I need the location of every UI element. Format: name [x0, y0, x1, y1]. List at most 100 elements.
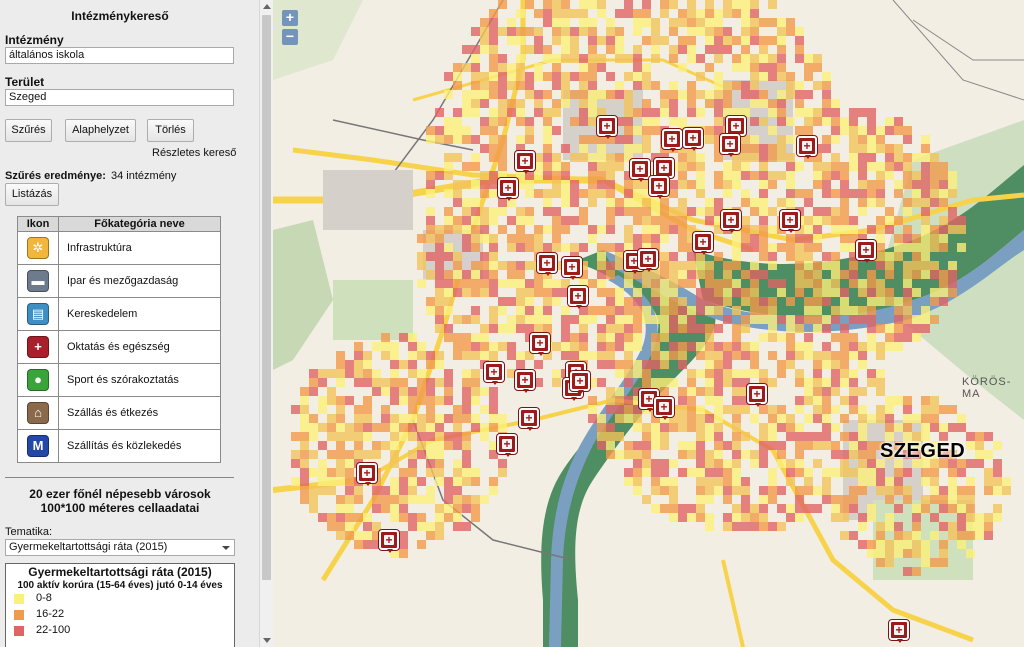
default-button[interactable]: Alaphelyzet: [65, 119, 136, 142]
category-row[interactable]: ✲ Infrastruktúra: [17, 231, 221, 265]
pin-tail: [691, 147, 697, 151]
education-pin-icon[interactable]: [630, 159, 650, 182]
pin-tail: [670, 148, 676, 152]
pin-tail: [571, 397, 577, 401]
education-pin-icon[interactable]: [649, 176, 669, 199]
education-pin-icon[interactable]: [484, 362, 504, 385]
institution-label: Intézmény: [5, 33, 64, 47]
category-row[interactable]: + Oktatás és egészség: [17, 330, 221, 364]
education-pin-icon[interactable]: [889, 620, 909, 643]
shop-icon[interactable]: ▤: [27, 303, 49, 325]
education-pin-icon[interactable]: [497, 434, 517, 457]
category-name: Szállás és étkezés: [58, 396, 221, 430]
education-pin-icon[interactable]: [856, 240, 876, 263]
education-pin-icon[interactable]: [515, 151, 535, 174]
education-pin-icon[interactable]: [654, 158, 674, 181]
education-pin-icon[interactable]: [519, 408, 539, 431]
cross-icon[interactable]: +: [27, 336, 49, 358]
search-panel: Intézménykereső Intézmény általános isko…: [0, 0, 259, 647]
zoom-in-button[interactable]: +: [282, 10, 298, 26]
pin-tail: [605, 135, 611, 139]
category-row[interactable]: ● Sport és szórakoztatás: [17, 363, 221, 397]
education-pin-icon[interactable]: [797, 136, 817, 159]
category-name: Szállítás és közlekedés: [58, 429, 221, 463]
truck-icon[interactable]: ▬: [27, 270, 49, 292]
category-icon-cell: ▤: [17, 297, 59, 331]
scroll-up-icon[interactable]: [263, 4, 271, 9]
sidebar-scrollbar[interactable]: [259, 0, 273, 647]
pin-tail: [864, 259, 870, 263]
education-pin-icon[interactable]: [747, 384, 767, 407]
category-name: Kereskedelem: [58, 297, 221, 331]
education-pin-icon[interactable]: [693, 232, 713, 255]
map-view[interactable]: + − KÖRÖS-MA SZEGED: [273, 0, 1024, 647]
category-header-name: Főkategória neve: [58, 216, 221, 232]
education-pin-icon[interactable]: [570, 371, 590, 394]
pin-tail: [523, 170, 529, 174]
education-pin-icon[interactable]: [638, 249, 658, 272]
education-pin-icon[interactable]: [721, 210, 741, 233]
pin-tail: [729, 229, 735, 233]
education-pin-icon[interactable]: [662, 129, 682, 152]
theme-select[interactable]: Gyermekeltartottsági ráta (2015): [5, 539, 235, 556]
education-pin-icon[interactable]: [562, 257, 582, 280]
city-label: SZEGED: [880, 440, 966, 462]
list-button[interactable]: Listázás: [5, 183, 59, 206]
education-pin-icon[interactable]: [597, 116, 617, 139]
category-header-icon: Ikon: [17, 216, 59, 232]
panel-title: Intézménykereső: [71, 9, 169, 23]
category-icon-cell: ▬: [17, 264, 59, 298]
education-pin-icon[interactable]: [654, 397, 674, 420]
category-name: Oktatás és egészség: [58, 330, 221, 364]
scroll-thumb[interactable]: [262, 15, 271, 580]
education-pin-icon[interactable]: [498, 178, 518, 201]
education-pin-icon[interactable]: [780, 210, 800, 233]
pin-tail: [538, 352, 544, 356]
region-label: KÖRÖS-MA: [962, 376, 1012, 400]
category-icon-cell: +: [17, 330, 59, 364]
pin-tail: [647, 408, 653, 412]
area-input[interactable]: Szeged: [5, 89, 234, 106]
education-pin-icon[interactable]: [683, 128, 703, 151]
pin-tail: [570, 276, 576, 280]
education-pin-icon[interactable]: [726, 116, 746, 139]
result-label: Szűrés eredménye:: [5, 170, 106, 182]
education-pin-icon[interactable]: [530, 333, 550, 356]
legend-swatch: [14, 626, 24, 636]
filter-button[interactable]: Szűrés: [5, 119, 52, 142]
pin-tail: [365, 482, 371, 486]
advanced-search-link[interactable]: Részletes kereső: [152, 147, 236, 159]
education-pin-icon[interactable]: [537, 253, 557, 276]
legend-swatch: [14, 610, 24, 620]
pin-tail: [646, 268, 652, 272]
pin-tail: [545, 272, 551, 276]
category-row[interactable]: ⌂ Szállás és étkezés: [17, 396, 221, 430]
institution-input[interactable]: általános iskola: [5, 47, 234, 64]
education-pin-icon[interactable]: [720, 134, 740, 157]
pin-tail: [701, 251, 707, 255]
pin-tail: [387, 549, 393, 553]
category-row[interactable]: ▬ Ipar és mezőgazdaság: [17, 264, 221, 298]
education-pin-icon[interactable]: [515, 370, 535, 393]
zoom-out-button[interactable]: −: [282, 29, 298, 45]
category-icon-cell: ⌂: [17, 396, 59, 430]
legend-label: 16-22: [36, 608, 65, 620]
education-pin-icon[interactable]: [379, 530, 399, 553]
metro-icon[interactable]: M: [27, 435, 49, 457]
pin-tail: [788, 229, 794, 233]
legend-label: 22-100: [36, 624, 71, 636]
theme-label: Tematika:: [5, 526, 53, 538]
scroll-down-icon[interactable]: [263, 638, 271, 643]
legend-swatch: [14, 594, 24, 604]
category-row[interactable]: M Szállítás és közlekedés: [17, 429, 221, 463]
education-pin-icon[interactable]: [357, 463, 377, 486]
clear-button[interactable]: Törlés: [147, 119, 194, 142]
ball-icon[interactable]: ●: [27, 369, 49, 391]
education-pin-icon[interactable]: [568, 286, 588, 309]
house-icon[interactable]: ⌂: [27, 402, 49, 424]
category-icon-cell: ✲: [17, 231, 59, 265]
pin-tail: [578, 390, 584, 394]
category-row[interactable]: ▤ Kereskedelem: [17, 297, 221, 331]
pin-tail: [505, 453, 511, 457]
gear-icon[interactable]: ✲: [27, 237, 49, 259]
